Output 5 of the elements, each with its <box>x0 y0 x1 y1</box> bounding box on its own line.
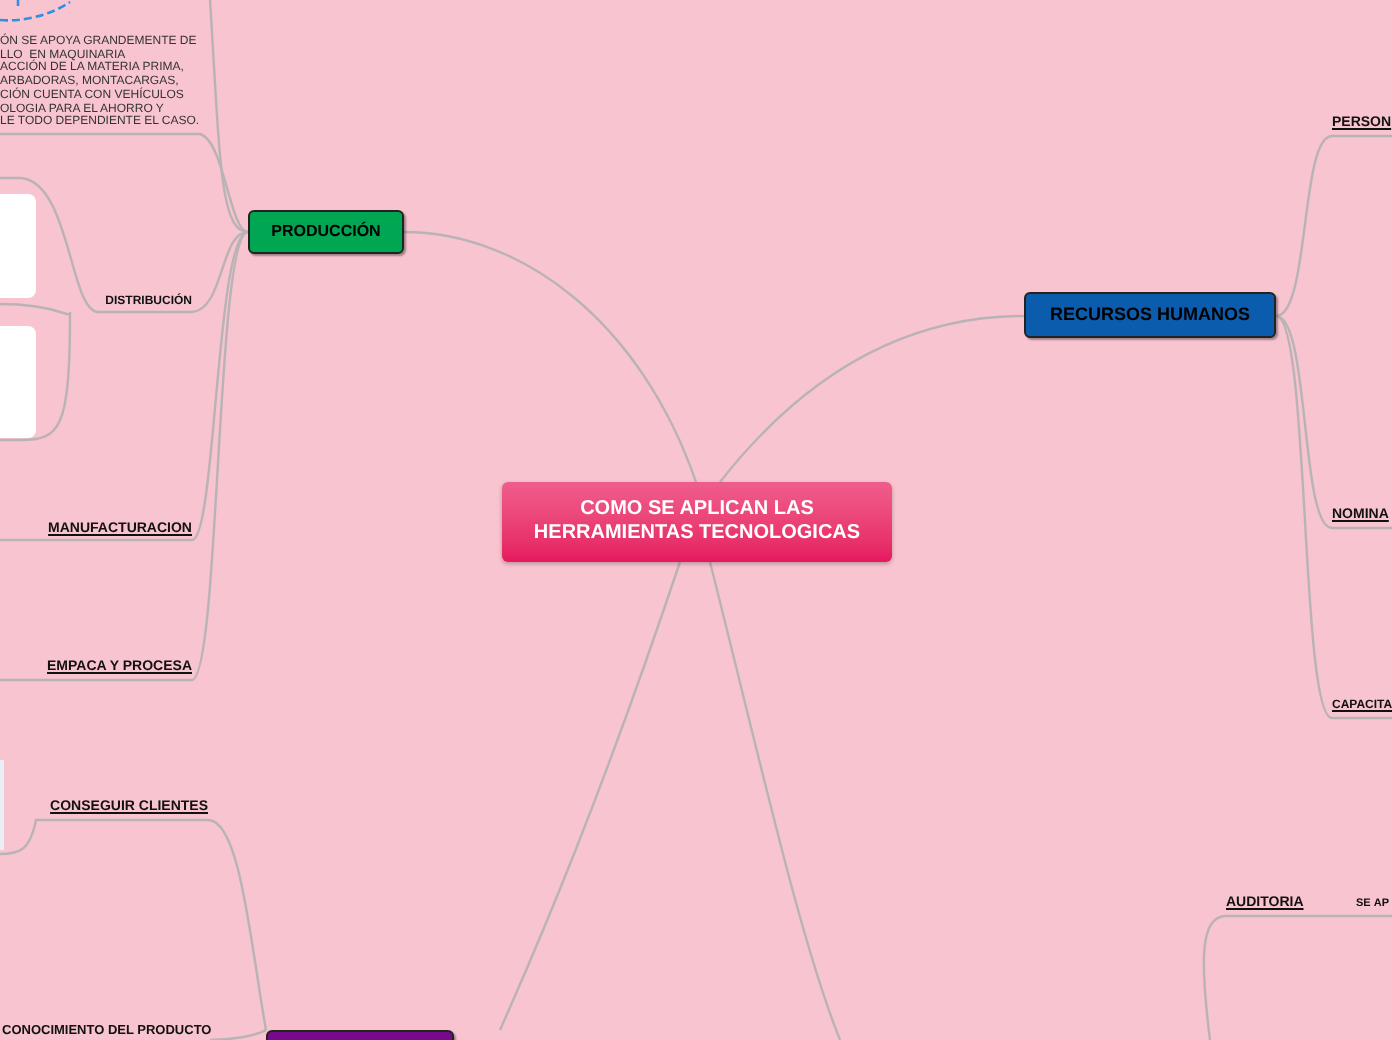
photo-placeholder <box>0 326 36 438</box>
photo-placeholder <box>0 194 36 298</box>
topic-node[interactable]: PRODUCCIÓN <box>248 210 404 254</box>
dashed-shape <box>0 0 72 22</box>
central-topic[interactable]: COMO SE APLICAN LAS HERRAMIENTAS TECNOLOGICAS <box>502 482 892 562</box>
